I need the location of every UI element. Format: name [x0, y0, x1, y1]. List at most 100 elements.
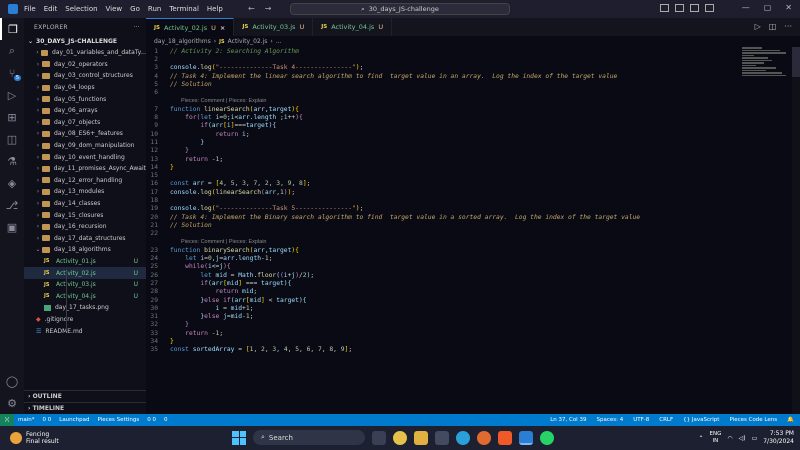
whatsapp-icon[interactable] [540, 430, 554, 445]
sidebar-item[interactable]: › day_03_control_structures [24, 70, 146, 82]
notifications-bell-icon[interactable]: 🔔 [787, 417, 794, 423]
volume-icon[interactable]: ◁) [739, 435, 746, 442]
tab-activity-03[interactable]: JS Activity_03.js U [234, 18, 314, 36]
vscode-taskbar-icon[interactable] [519, 430, 533, 445]
more-actions-icon[interactable]: ··· [133, 24, 140, 31]
menu-run[interactable]: Run [148, 5, 161, 13]
sidebar-item[interactable]: › day_13_modules [24, 186, 146, 198]
chrome-icon[interactable] [393, 430, 407, 445]
account-icon[interactable]: ◯ [0, 370, 24, 392]
breadcrumb-file[interactable]: Activity_02.js [228, 38, 268, 45]
tab-activity-04[interactable]: JS Activity_04.js U [313, 18, 393, 36]
pieces-codelens[interactable]: Pieces: Comment | Pieces: Explain [146, 238, 742, 246]
sidebar-item[interactable]: ☰ README.md [24, 325, 146, 337]
manage-gear-icon[interactable]: ⚙ [0, 392, 24, 414]
file-explorer-icon[interactable] [414, 430, 428, 445]
sidebar-item[interactable]: › day_12_error_handling [24, 175, 146, 187]
sidebar-item[interactable]: › day_08_ES6+_features [24, 128, 146, 140]
toggle-secondary-sidebar-icon[interactable] [690, 4, 699, 12]
problems-status[interactable]: 0 0 [147, 417, 156, 423]
minimize-icon[interactable]: — [742, 3, 750, 12]
launchpad-status[interactable]: Launchpad [59, 417, 89, 423]
scrollbar-thumb[interactable] [792, 47, 800, 77]
search-view-icon[interactable]: ⌕ [0, 40, 24, 62]
minimap[interactable] [742, 47, 790, 107]
pieces-codelens-status[interactable]: Pieces Code Lens [729, 417, 777, 423]
customize-layout-icon[interactable] [705, 4, 714, 12]
task-view-icon[interactable] [372, 430, 386, 445]
windows-start-icon[interactable] [232, 430, 246, 445]
sidebar-item[interactable]: › day_09_dom_manipulation [24, 140, 146, 152]
editor-scrollbar[interactable] [792, 47, 800, 414]
sidebar-item[interactable]: › day_07_objects [24, 117, 146, 129]
menu-help[interactable]: Help [207, 5, 223, 13]
menu-edit[interactable]: Edit [44, 5, 58, 13]
timeline-section[interactable]: › TIMELINE [24, 402, 146, 414]
extensions-icon[interactable]: ⊞ [0, 106, 24, 128]
sync-status[interactable]: 0 0 [43, 417, 52, 423]
toggle-sidebar-icon[interactable] [660, 4, 669, 12]
language-mode-status[interactable]: {} JavaScript [683, 417, 719, 423]
explorer-icon[interactable]: ❐ [0, 18, 24, 40]
toggle-panel-icon[interactable] [675, 4, 684, 12]
menu-terminal[interactable]: Terminal [169, 5, 199, 13]
testing-icon[interactable]: ⚗ [0, 150, 24, 172]
sidebar-item[interactable]: › day_06_arrays [24, 105, 146, 117]
pieces-codelens[interactable]: Pieces: Comment | Pieces: Explain [146, 97, 742, 105]
sidebar-item[interactable]: › day_14_classes [24, 198, 146, 210]
close-icon[interactable]: ✕ [785, 3, 792, 12]
tray-overflow-icon[interactable]: ⌃ [698, 435, 703, 442]
outline-section[interactable]: › OUTLINE [24, 390, 146, 402]
menu-view[interactable]: View [106, 5, 123, 13]
sidebar-item[interactable]: › day_02_operators [24, 59, 146, 71]
brave-icon[interactable] [498, 430, 512, 445]
line-ending-status[interactable]: CRLF [659, 417, 673, 423]
remote-explorer-icon[interactable]: ◫ [0, 128, 24, 150]
source-control-icon[interactable]: ⑂ 5 [0, 62, 24, 84]
sidebar-item[interactable]: ◆ .gitignore [24, 314, 146, 326]
breadcrumb-tail[interactable]: ... [276, 38, 282, 45]
battery-icon[interactable]: ▭ [752, 435, 758, 442]
close-tab-icon[interactable]: × [220, 24, 225, 32]
pieces-icon[interactable]: ◈ [0, 172, 24, 194]
breadcrumb-folder[interactable]: day_18_algorithms [154, 38, 211, 45]
sidebar-item[interactable]: day_17_tasks.png [24, 302, 146, 314]
sidebar-item[interactable]: JS Activity_02.js U [24, 267, 146, 279]
sidebar-item[interactable]: › day_15_closures [24, 209, 146, 221]
forward-arrow-icon[interactable]: → [265, 4, 272, 13]
sidebar-item[interactable]: JS Activity_01.js U [24, 256, 146, 268]
weather-widget[interactable]: Fencing Final result [0, 431, 59, 445]
tab-activity-02[interactable]: JS Activity_02.js U × [146, 18, 235, 36]
cursor-position[interactable]: Ln 37, Col 39 [550, 417, 586, 423]
split-editor-icon[interactable]: ◫ [769, 22, 777, 31]
sidebar-item[interactable]: JS Activity_03.js U [24, 279, 146, 291]
sidebar-item[interactable]: ⌄ day_18_algorithms [24, 244, 146, 256]
sidebar-item[interactable]: › day_04_loops [24, 82, 146, 94]
sidebar-item[interactable]: › day_01_variables_and_dataTy... [24, 47, 146, 59]
sidebar-item[interactable]: › day_16_recursion [24, 221, 146, 233]
sidebar-item[interactable]: › day_10_event_handling [24, 151, 146, 163]
menu-selection[interactable]: Selection [65, 5, 97, 13]
remote-indicator-icon[interactable]: ⟩⟨ [0, 414, 14, 426]
maximize-icon[interactable]: ▢ [764, 3, 772, 12]
code-editor[interactable]: 1// Activity 2: Searching Algorithm 2 3c… [146, 47, 742, 414]
ports-status[interactable]: 0 [164, 417, 168, 423]
pieces-settings-status[interactable]: Pieces Settings [98, 417, 140, 423]
sidebar-item[interactable]: › day_17_data_structures [24, 233, 146, 245]
project-folder[interactable]: ⌄ 30_DAYS_JS-CHALLENGE [24, 36, 146, 47]
run-debug-icon[interactable]: ▷ [0, 84, 24, 106]
branch-status[interactable]: main* [18, 417, 35, 423]
sidebar-item[interactable]: › day_05_functions [24, 93, 146, 105]
sidebar-item[interactable]: › day_11_promises_Async_Await [24, 163, 146, 175]
menu-file[interactable]: File [24, 5, 36, 13]
terminal-icon[interactable] [435, 430, 449, 445]
encoding-status[interactable]: UTF-8 [633, 417, 649, 423]
command-search-box[interactable]: ⌕ 30_days_JS-challenge [290, 3, 510, 15]
sidebar-item[interactable]: JS Activity_04.js U [24, 290, 146, 302]
taskbar-search[interactable]: ⌕ Search [253, 430, 365, 445]
clock[interactable]: 7:53 PM 7/30/2024 [763, 430, 794, 446]
edge-icon[interactable] [456, 430, 470, 445]
wifi-icon[interactable]: ◠ [727, 435, 732, 442]
docker-icon[interactable]: ▣ [0, 216, 24, 238]
indentation-status[interactable]: Spaces: 4 [596, 417, 623, 423]
